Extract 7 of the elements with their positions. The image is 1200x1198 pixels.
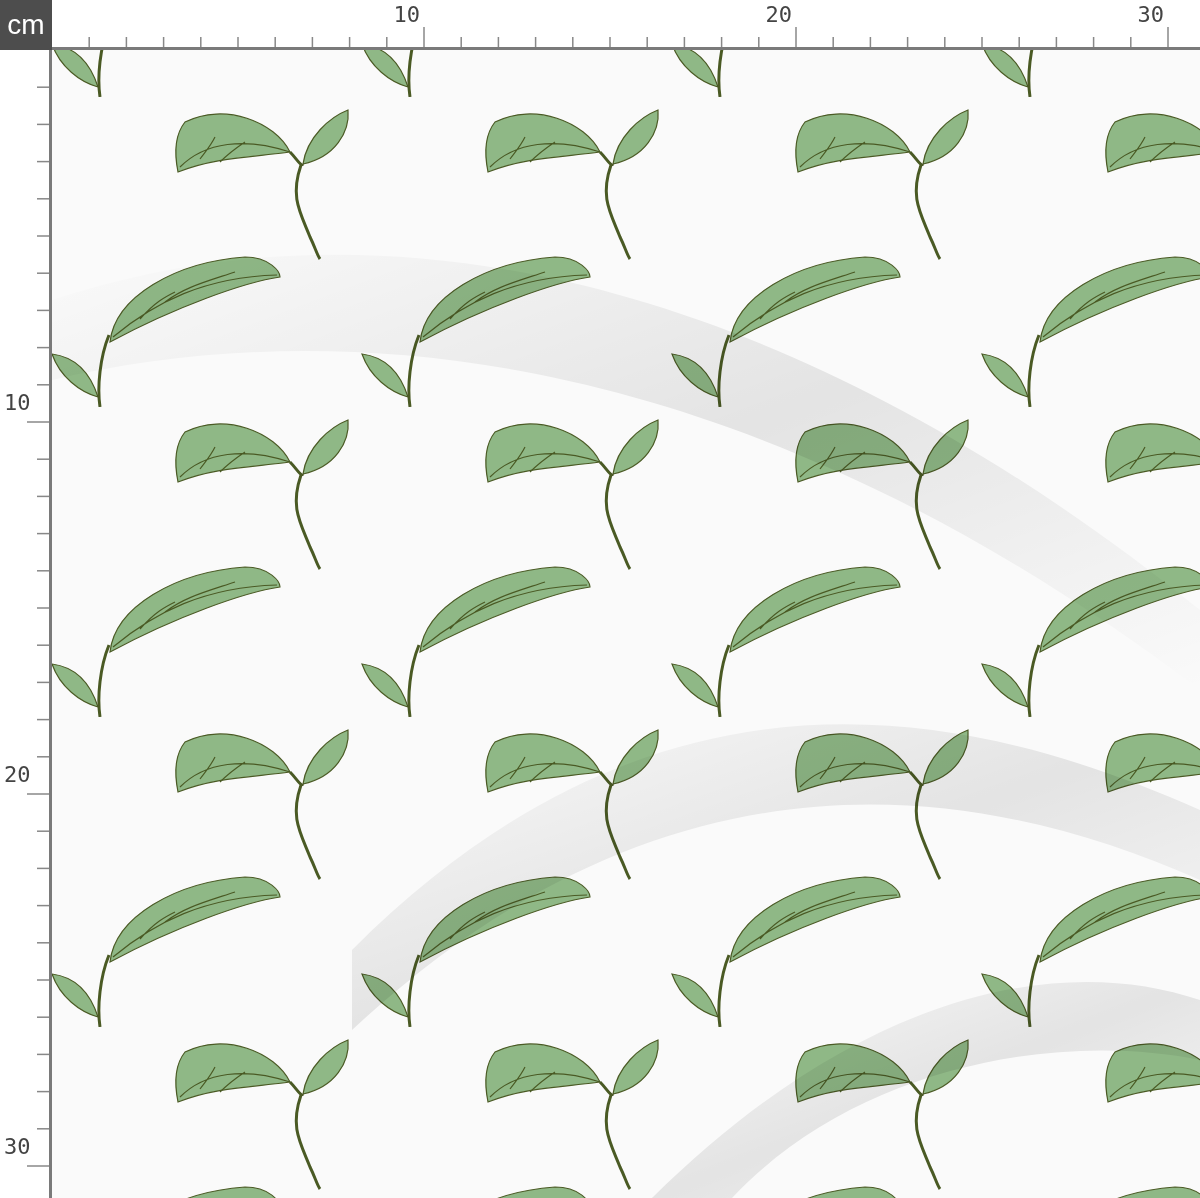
ruler-label: 20 (765, 4, 792, 26)
ruler-label: 30 (4, 1136, 31, 1158)
ruler-label: 10 (393, 4, 420, 26)
unit-label: cm (0, 0, 52, 50)
ruler-label: 30 (1137, 4, 1164, 26)
ruler-label: 20 (4, 764, 31, 786)
ruler-label: 10 (4, 392, 31, 414)
